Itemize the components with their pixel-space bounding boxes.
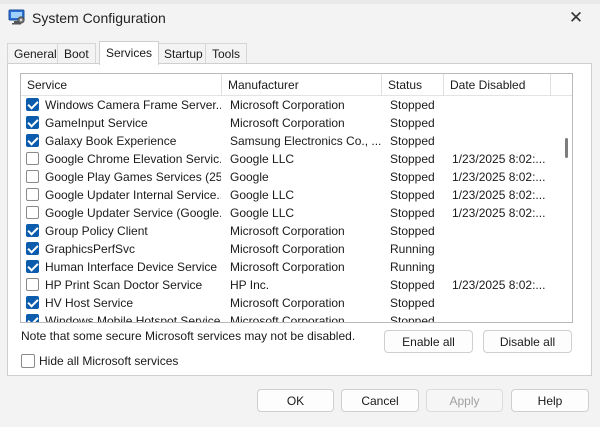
service-row[interactable]: Group Policy Client Microsoft Corporation… (21, 222, 561, 240)
services-list[interactable]: Service Manufacturer Status Date Disable… (20, 73, 573, 323)
help-button[interactable]: Help (511, 389, 589, 412)
column-header-date-disabled[interactable]: Date Disabled (444, 74, 551, 96)
service-status: Running (390, 242, 435, 256)
service-checkbox[interactable] (26, 242, 39, 255)
service-date-disabled: 1/23/2025 8:02:... (452, 206, 546, 220)
tab-startup[interactable]: Startup (157, 43, 210, 64)
service-checkbox[interactable] (26, 152, 39, 165)
column-header-status[interactable]: Status (382, 74, 444, 96)
service-manufacturer: Microsoft Corporation (230, 314, 345, 323)
service-manufacturer: Samsung Electronics Co., ... (230, 134, 382, 148)
title-bar: System Configuration ✕ (0, 0, 600, 36)
services-panel: Service Manufacturer Status Date Disable… (7, 63, 592, 376)
service-status: Stopped (390, 224, 435, 238)
service-status: Stopped (390, 188, 435, 202)
service-name: Galaxy Book Experience (45, 134, 177, 148)
service-status: Stopped (390, 152, 435, 166)
service-name: Windows Mobile Hotspot Service (45, 314, 221, 323)
service-status: Stopped (390, 116, 435, 130)
service-date-disabled: 1/23/2025 8:02:... (452, 278, 546, 292)
service-manufacturer: Microsoft Corporation (230, 116, 345, 130)
service-manufacturer: Google LLC (230, 188, 295, 202)
hide-microsoft-services-checkbox[interactable] (21, 354, 35, 368)
service-manufacturer: Google (230, 170, 269, 184)
service-row[interactable]: GraphicsPerfSvc Microsoft Corporation Runn… (21, 240, 561, 258)
service-manufacturer: Google LLC (230, 152, 295, 166)
service-status: Stopped (390, 314, 435, 323)
service-name: HV Host Service (45, 296, 134, 310)
secure-services-note: Note that some secure Microsoft services… (21, 329, 356, 343)
service-row[interactable]: Google Chrome Elevation Servic... Google … (21, 150, 561, 168)
service-status: Stopped (390, 296, 435, 310)
service-checkbox[interactable] (26, 296, 39, 309)
service-name: Group Policy Client (45, 224, 148, 238)
hide-microsoft-services-label[interactable]: Hide all Microsoft services (39, 354, 178, 368)
service-manufacturer: Microsoft Corporation (230, 260, 345, 274)
service-date-disabled: 1/23/2025 8:02:... (452, 188, 546, 202)
service-status: Stopped (390, 278, 435, 292)
service-name: GraphicsPerfSvc (45, 242, 136, 256)
service-manufacturer: Microsoft Corporation (230, 98, 345, 112)
service-row[interactable]: Google Play Games Services (25... Google S… (21, 168, 561, 186)
service-status: Stopped (390, 134, 435, 148)
service-date-disabled: 1/23/2025 8:02:... (452, 152, 546, 166)
service-name: Google Chrome Elevation Servic... (45, 152, 221, 166)
service-manufacturer: Google LLC (230, 206, 295, 220)
service-manufacturer: Microsoft Corporation (230, 242, 345, 256)
tab-services[interactable]: Services (99, 41, 160, 65)
disable-all-button[interactable]: Disable all (483, 330, 572, 353)
service-manufacturer: Microsoft Corporation (230, 224, 345, 238)
service-manufacturer: HP Inc. (230, 278, 270, 292)
service-row[interactable]: HV Host Service Microsoft Corporation Stop… (21, 294, 561, 312)
enable-all-button[interactable]: Enable all (384, 330, 473, 353)
service-name: Google Updater Service (Google... (45, 206, 221, 220)
window-title: System Configuration (32, 10, 166, 26)
service-row[interactable]: Windows Camera Frame Server... Microsoft … (21, 96, 561, 114)
close-button[interactable]: ✕ (562, 6, 590, 30)
service-row[interactable]: Google Updater Service (Google... Google … (21, 204, 561, 222)
service-name: Windows Camera Frame Server... (45, 98, 221, 112)
vertical-scrollbar[interactable] (561, 96, 572, 322)
tab-tools[interactable]: Tools (205, 43, 248, 64)
service-checkbox[interactable] (26, 170, 39, 183)
service-row[interactable]: Human Interface Device Service Microsoft … (21, 258, 561, 276)
service-name: HP Print Scan Doctor Service (45, 278, 203, 292)
service-checkbox[interactable] (26, 260, 39, 273)
service-name: Google Play Games Services (25... (45, 170, 221, 184)
service-row[interactable]: HP Print Scan Doctor Service HP Inc. Stopp… (21, 276, 561, 294)
close-icon: ✕ (568, 8, 584, 27)
service-checkbox[interactable] (26, 206, 39, 219)
service-status: Stopped (390, 98, 435, 112)
column-header-service[interactable]: Service (21, 74, 222, 96)
service-row[interactable]: GameInput Service Microsoft Corporation St… (21, 114, 561, 132)
tab-general[interactable]: General (7, 43, 64, 64)
service-status: Running (390, 260, 435, 274)
service-name: Human Interface Device Service (45, 260, 218, 274)
column-header-manufacturer[interactable]: Manufacturer (222, 74, 382, 96)
apply-button[interactable]: Apply (426, 389, 503, 412)
service-status: Stopped (390, 170, 435, 184)
service-checkbox[interactable] (26, 224, 39, 237)
service-checkbox[interactable] (26, 134, 39, 147)
tab-boot[interactable]: Boot (57, 43, 96, 64)
service-row[interactable]: Windows Mobile Hotspot Service Microsoft … (21, 312, 561, 323)
ok-button[interactable]: OK (257, 389, 334, 412)
service-row[interactable]: Google Updater Internal Service... Google… (21, 186, 561, 204)
system-configuration-icon (8, 9, 25, 25)
service-row[interactable]: Galaxy Book Experience Samsung Electronic… (21, 132, 561, 150)
service-name: Google Updater Internal Service... (45, 188, 221, 202)
list-header: Service Manufacturer Status Date Disable… (21, 74, 572, 96)
service-date-disabled: 1/23/2025 8:02:... (452, 170, 546, 184)
service-checkbox[interactable] (26, 278, 39, 291)
service-checkbox[interactable] (26, 188, 39, 201)
service-status: Stopped (390, 206, 435, 220)
cancel-button[interactable]: Cancel (341, 389, 419, 412)
service-checkbox[interactable] (26, 98, 39, 111)
service-checkbox[interactable] (26, 314, 39, 322)
scrollbar-thumb[interactable] (565, 138, 568, 158)
service-name: GameInput Service (45, 116, 148, 130)
service-manufacturer: Microsoft Corporation (230, 296, 345, 310)
service-checkbox[interactable] (26, 116, 39, 129)
